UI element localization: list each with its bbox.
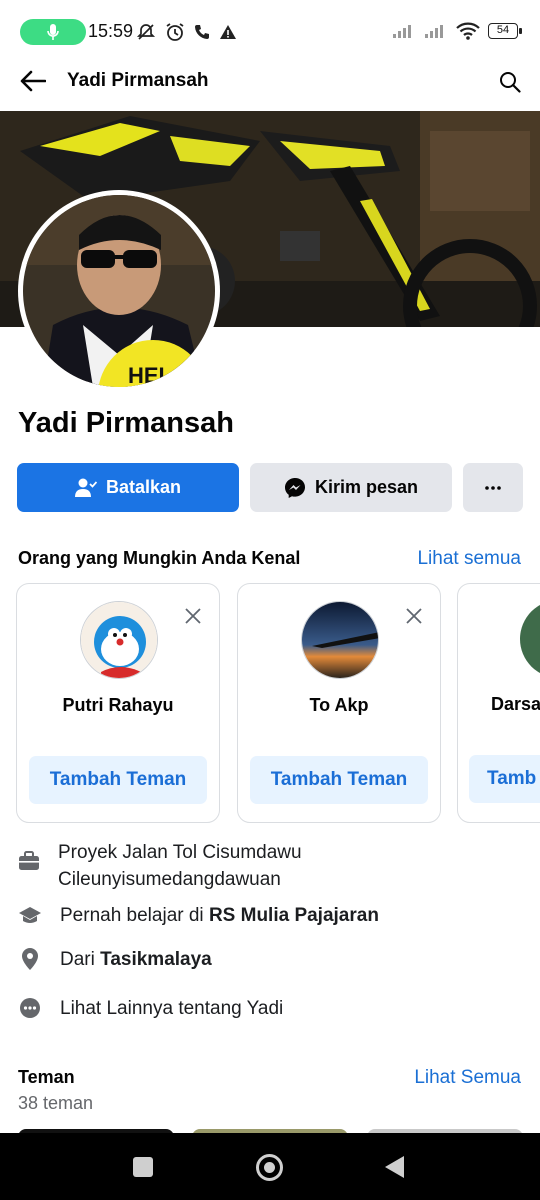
profile-avatar[interactable]: HEL (18, 190, 220, 392)
pymk-title: Orang yang Mungkin Anda Kenal (18, 548, 301, 568)
more-icon (485, 485, 501, 490)
graduation-cap-icon (18, 903, 42, 927)
send-message-button[interactable]: Kirim pesan (250, 463, 452, 512)
arrow-left-icon (20, 70, 46, 92)
pymk-name[interactable]: Darsa (491, 694, 540, 715)
more-circle-icon (18, 996, 42, 1020)
mic-indicator (20, 19, 86, 45)
cancel-request-label: Batalkan (105, 477, 182, 497)
svg-text:HEL: HEL (128, 363, 172, 387)
hometown-place[interactable]: Tasikmalaya (100, 949, 212, 970)
messenger-icon (284, 477, 305, 498)
pymk-card-partial[interactable]: Darsa Tamb (457, 583, 540, 823)
see-more-about-text[interactable]: Lihat Lainnya tentang Yadi (60, 995, 283, 1022)
cancel-request-button[interactable]: Batalkan (17, 463, 239, 512)
more-options-button[interactable] (463, 463, 523, 512)
signal-icon (393, 25, 411, 38)
home-button[interactable] (256, 1154, 283, 1181)
add-friend-button[interactable]: Tamb (469, 755, 540, 803)
intro-work-text: Proyek Jalan Tol Cisumdawu Cileunyisumed… (58, 842, 302, 890)
search-button[interactable] (494, 66, 526, 98)
mute-icon (136, 24, 156, 40)
pymk-name[interactable]: To Akp (238, 695, 440, 716)
wifi-icon (456, 22, 480, 40)
pymk-see-all-link[interactable]: Lihat semua (417, 548, 521, 570)
friends-title: Teman (18, 1067, 75, 1087)
recent-apps-button[interactable] (133, 1157, 153, 1177)
system-back-button[interactable] (385, 1156, 404, 1178)
warning-icon (220, 25, 236, 39)
back-button[interactable] (16, 66, 50, 96)
hometown-prefix: Dari (60, 949, 101, 970)
signal-icon (425, 25, 443, 38)
mic-icon (47, 24, 59, 40)
close-icon[interactable] (183, 606, 203, 626)
user-check-icon (74, 478, 97, 497)
app-header: Yadi Pirmansah (0, 60, 540, 104)
alarm-icon (166, 23, 184, 41)
education-place[interactable]: RS Mulia Pajajaran (209, 905, 379, 926)
friends-count: 38 teman (18, 1093, 94, 1113)
education-prefix: Pernah belajar di (60, 905, 209, 926)
pymk-card[interactable]: To Akp Tambah Teman (237, 583, 441, 823)
battery-icon: 54 (488, 23, 522, 39)
intro-work: Proyek Jalan Tol Cisumdawu Cileunyisumed… (18, 839, 338, 893)
briefcase-icon (18, 849, 40, 873)
pymk-card[interactable]: Putri Rahayu Tambah Teman (16, 583, 220, 823)
pymk-avatar[interactable] (80, 601, 158, 679)
pymk-avatar[interactable] (301, 601, 379, 679)
location-pin-icon (18, 947, 42, 971)
friends-see-all-link[interactable]: Lihat Semua (414, 1067, 521, 1089)
intro-education: Pernah belajar di RS Mulia Pajajaran (18, 902, 379, 929)
search-icon (500, 72, 521, 93)
status-time: 15:59 (88, 21, 134, 41)
add-friend-button[interactable]: Tambah Teman (250, 756, 428, 804)
profile-name: Yadi Pirmansah (18, 407, 234, 439)
intro-hometown: Dari Tasikmalaya (18, 946, 212, 973)
intro-see-more[interactable]: Lihat Lainnya tentang Yadi (18, 995, 283, 1022)
add-friend-button[interactable]: Tambah Teman (29, 756, 207, 804)
send-message-label: Kirim pesan (314, 477, 419, 497)
pymk-name[interactable]: Putri Rahayu (17, 695, 219, 716)
close-icon[interactable] (404, 606, 424, 626)
status-bar: 15:59 54 (0, 0, 540, 64)
page-title: Yadi Pirmansah (67, 70, 209, 91)
call-icon (195, 25, 209, 39)
